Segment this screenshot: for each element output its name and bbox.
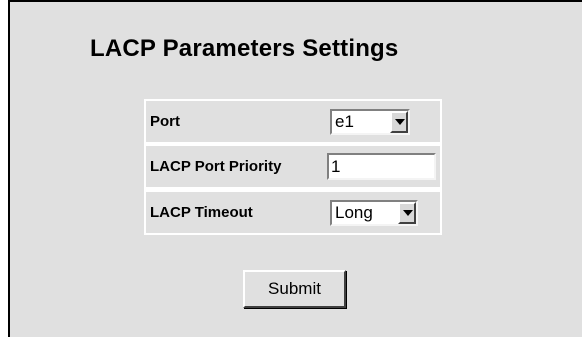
page-title: LACP Parameters Settings <box>90 35 399 62</box>
chevron-down-icon[interactable] <box>398 202 416 224</box>
chevron-down-icon[interactable] <box>390 111 408 133</box>
port-select-value: e1 <box>335 112 354 131</box>
timeout-row: LACP Timeout Long <box>146 192 440 233</box>
timeout-select-value: Long <box>335 203 373 222</box>
priority-cell <box>327 146 440 187</box>
port-label: Port <box>148 101 324 142</box>
priority-label: LACP Port Priority <box>148 146 324 187</box>
timeout-cell: Long <box>327 192 440 233</box>
port-select[interactable]: e1 <box>330 109 410 135</box>
priority-input[interactable] <box>327 153 436 180</box>
timeout-label: LACP Timeout <box>148 192 324 233</box>
port-row: Port e1 <box>146 101 440 142</box>
priority-row: LACP Port Priority <box>146 146 440 187</box>
submit-button[interactable]: Submit <box>243 270 346 308</box>
port-cell: e1 <box>327 101 440 142</box>
settings-table: Port e1 LACP Port Priority LACP Timeout … <box>144 99 442 235</box>
timeout-select[interactable]: Long <box>330 200 418 226</box>
